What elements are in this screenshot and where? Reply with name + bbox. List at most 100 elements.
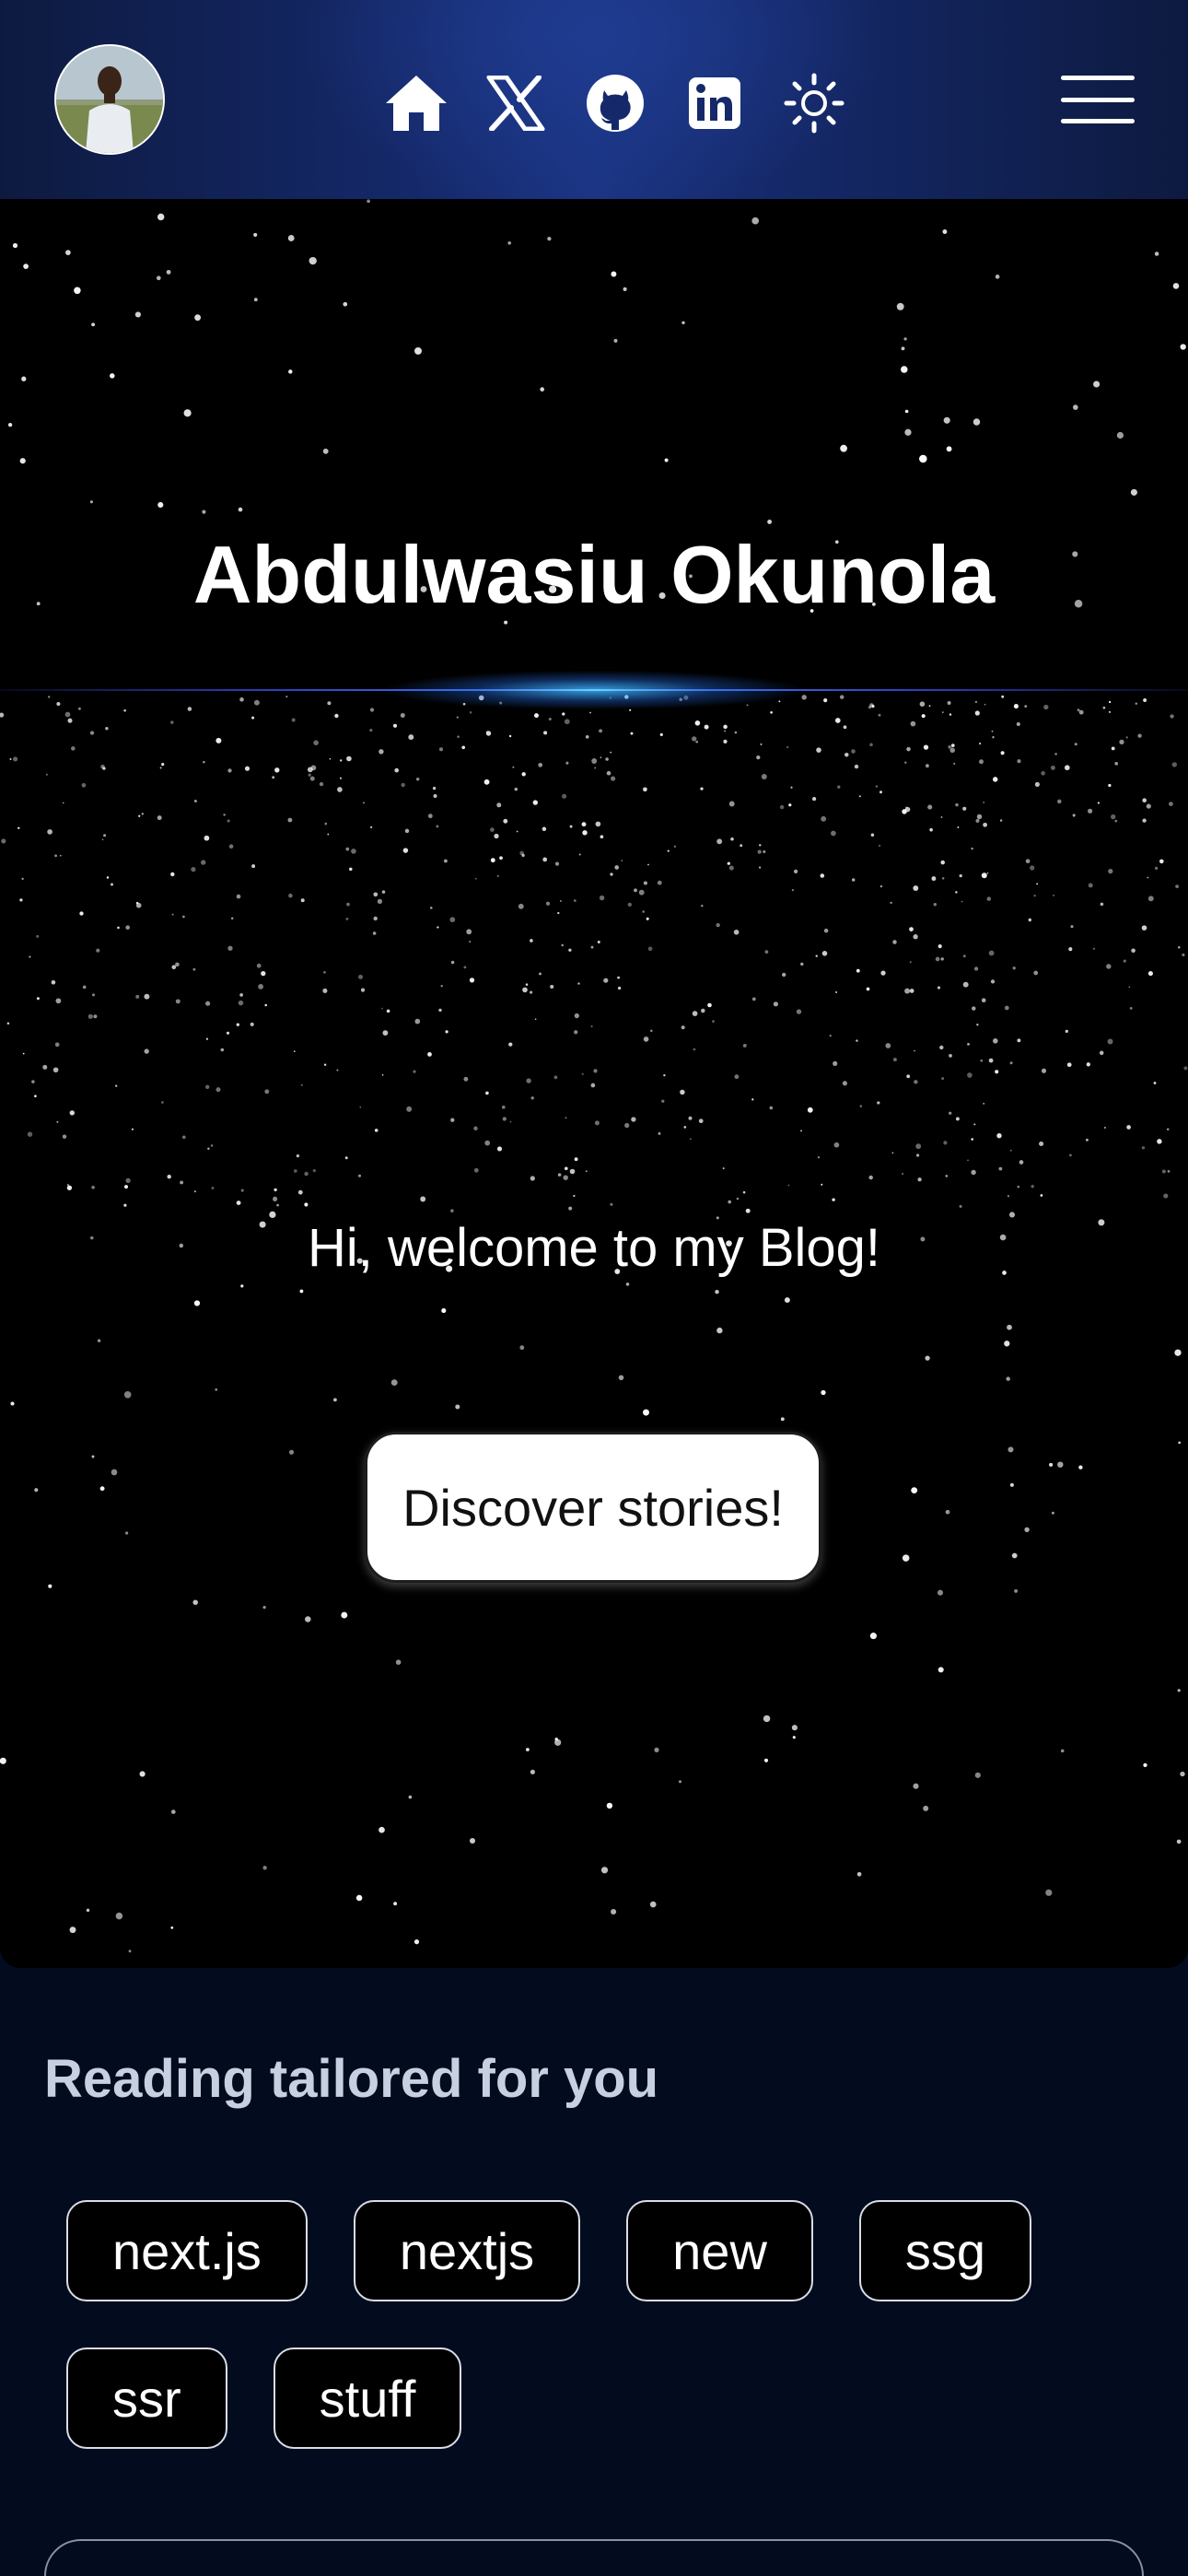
x-icon[interactable] [479, 66, 553, 140]
star [842, 1081, 847, 1086]
star [1057, 1461, 1064, 1468]
star [723, 724, 728, 730]
star [66, 1184, 69, 1187]
top-nav-bar [0, 0, 1188, 199]
star [1033, 970, 1039, 976]
star [469, 1837, 476, 1844]
star [800, 962, 804, 966]
star [474, 877, 477, 880]
star [17, 826, 20, 829]
star [792, 1736, 796, 1739]
tag-chip[interactable]: stuff [273, 2348, 462, 2449]
star [363, 802, 365, 804]
star [52, 1067, 59, 1073]
tag-row: ssr stuff [66, 2348, 1153, 2449]
star [525, 1748, 530, 1751]
star [1017, 1185, 1020, 1188]
star [742, 1190, 746, 1194]
star [1147, 896, 1154, 902]
star [55, 998, 62, 1004]
star [807, 1107, 813, 1113]
star [202, 509, 206, 514]
star [450, 960, 455, 965]
star [941, 711, 944, 713]
star [469, 978, 475, 983]
star [349, 867, 353, 872]
star [1108, 700, 1112, 704]
star [1070, 925, 1074, 929]
star [892, 1058, 897, 1062]
star [877, 1101, 880, 1105]
star [1007, 1324, 1012, 1330]
star [175, 962, 180, 967]
star [621, 860, 623, 861]
star [192, 967, 196, 971]
star [1142, 818, 1147, 823]
star [1078, 709, 1084, 715]
star [1167, 1170, 1171, 1173]
star [351, 849, 356, 854]
star [992, 777, 998, 782]
star [614, 865, 620, 870]
star [10, 1401, 15, 1406]
star [647, 863, 649, 866]
star [1016, 721, 1020, 727]
star [937, 1589, 944, 1596]
tag-chip[interactable]: ssg [858, 2200, 1032, 2301]
star [986, 872, 989, 874]
star [96, 948, 100, 953]
tag-chip[interactable]: next.js [66, 2200, 308, 2301]
github-icon[interactable] [578, 66, 652, 140]
story-card[interactable] [44, 2539, 1144, 2576]
star [341, 1611, 348, 1619]
star [972, 1006, 976, 1011]
star [1170, 714, 1174, 719]
star [856, 1871, 862, 1877]
star [1006, 1376, 1010, 1381]
hamburger-icon[interactable] [1061, 76, 1135, 123]
tag-chip[interactable]: ssr [66, 2348, 227, 2449]
star [955, 891, 958, 894]
star [1147, 876, 1149, 879]
star [276, 1203, 279, 1207]
star [1007, 1446, 1014, 1453]
star [227, 819, 230, 823]
star [323, 971, 326, 974]
star [950, 744, 955, 747]
sun-icon[interactable] [777, 66, 851, 140]
discover-stories-button[interactable]: Discover stories! [365, 1432, 821, 1583]
star [869, 743, 873, 747]
star [440, 985, 443, 988]
star [110, 373, 115, 379]
tag-chip[interactable]: new [626, 2200, 813, 2301]
star [530, 1096, 534, 1100]
linkedin-icon[interactable] [678, 66, 751, 140]
star [869, 1633, 877, 1640]
star [816, 747, 821, 753]
star [562, 793, 567, 799]
avatar[interactable] [54, 44, 165, 155]
star [336, 1069, 339, 1071]
star [967, 1043, 970, 1046]
star [77, 707, 81, 710]
star [193, 1190, 196, 1193]
star [539, 972, 542, 976]
star [19, 898, 23, 902]
star [124, 1531, 129, 1535]
star [64, 711, 71, 718]
star [550, 984, 554, 989]
star [377, 898, 383, 905]
star [904, 428, 912, 436]
star [1130, 488, 1137, 496]
star [1043, 704, 1049, 710]
star [1009, 1482, 1014, 1487]
star [1103, 1127, 1106, 1129]
star [603, 978, 609, 983]
star [205, 1037, 209, 1040]
star [923, 744, 929, 750]
star [180, 1180, 184, 1185]
star [1108, 783, 1112, 788]
star [993, 1038, 998, 1044]
tag-chip[interactable]: nextjs [353, 2200, 581, 2301]
home-icon[interactable] [379, 66, 453, 140]
